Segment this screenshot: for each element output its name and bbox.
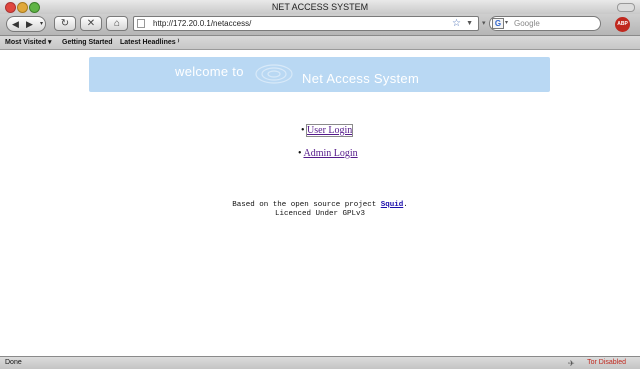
footer-line-1: Based on the open source project Squid. bbox=[0, 201, 640, 209]
engine-dropdown-icon[interactable]: ▾ bbox=[505, 17, 508, 30]
footer-text: Based on the open source project bbox=[232, 201, 381, 209]
swirl-logo-icon bbox=[255, 64, 293, 84]
status-text: Done bbox=[5, 359, 22, 366]
close-window-icon[interactable] bbox=[5, 2, 16, 13]
google-engine-icon[interactable]: G bbox=[492, 18, 504, 29]
tor-button-icon[interactable]: ✈ bbox=[568, 358, 575, 370]
window-titlebar: NET ACCESS SYSTEM bbox=[0, 0, 640, 14]
user-login-item: • User Login bbox=[301, 124, 354, 137]
stop-button[interactable]: ✕ bbox=[80, 16, 102, 31]
bookmarks-toolbar: Most Visited ▾ Getting Started Latest He… bbox=[0, 36, 640, 50]
adblock-plus-icon[interactable]: ABP bbox=[615, 17, 630, 32]
toolbar-toggle-icon[interactable] bbox=[617, 3, 635, 12]
banner-welcome-text: welcome to bbox=[175, 64, 244, 79]
banner-title: Net Access System bbox=[302, 71, 420, 86]
welcome-banner: welcome to Net Access System bbox=[89, 57, 550, 92]
bookmark-getting-started[interactable]: Getting Started bbox=[62, 36, 113, 49]
licence-text: Licenced Under GPLv3 bbox=[274, 210, 365, 218]
url-dropdown-icon[interactable]: ▼ bbox=[466, 17, 473, 30]
bookmark-star-icon[interactable]: ☆ bbox=[452, 17, 461, 30]
reload-button[interactable]: ↻ bbox=[54, 16, 76, 31]
back-forward-group: ◀ ▶ ▾ bbox=[6, 16, 46, 32]
footer-line-2: Licenced Under GPLv3 bbox=[0, 210, 640, 218]
admin-login-item: • Admin Login bbox=[298, 148, 358, 159]
squid-link[interactable]: Squid bbox=[381, 201, 404, 209]
footer-period: . bbox=[403, 201, 408, 209]
page-favicon-icon bbox=[137, 19, 145, 28]
search-input[interactable]: Google bbox=[514, 17, 540, 30]
history-dropdown-icon[interactable]: ▾ bbox=[35, 18, 48, 30]
back-arrow-icon[interactable]: ◀ bbox=[9, 18, 22, 30]
navigation-toolbar: ◀ ▶ ▾ ↻ ✕ ⌂ http://172.20.0.1/netaccess/… bbox=[0, 14, 640, 36]
bookmark-latest-headlines[interactable]: Latest Headlines ⁾ bbox=[120, 36, 179, 49]
minimize-window-icon[interactable] bbox=[17, 2, 28, 13]
admin-login-link[interactable]: Admin Login bbox=[303, 148, 357, 159]
address-bar-url[interactable]: http://172.20.0.1/netaccess/ bbox=[153, 17, 251, 30]
maximize-window-icon[interactable] bbox=[29, 2, 40, 13]
tor-status[interactable]: Tor Disabled bbox=[587, 357, 626, 369]
user-login-link[interactable]: User Login bbox=[306, 124, 354, 137]
bookmark-most-visited[interactable]: Most Visited ▾ bbox=[5, 36, 52, 49]
search-divider-icon: ▾ bbox=[482, 20, 486, 27]
bullet-icon: • bbox=[298, 148, 302, 159]
search-box[interactable]: G ▾ Google bbox=[489, 16, 601, 31]
home-button[interactable]: ⌂ bbox=[106, 16, 128, 31]
window-title: NET ACCESS SYSTEM bbox=[271, 2, 369, 12]
address-bar[interactable]: http://172.20.0.1/netaccess/ ☆ ▼ bbox=[133, 16, 479, 31]
bullet-icon: • bbox=[301, 125, 305, 136]
status-bar: Done ✈ Tor Disabled bbox=[0, 356, 640, 369]
